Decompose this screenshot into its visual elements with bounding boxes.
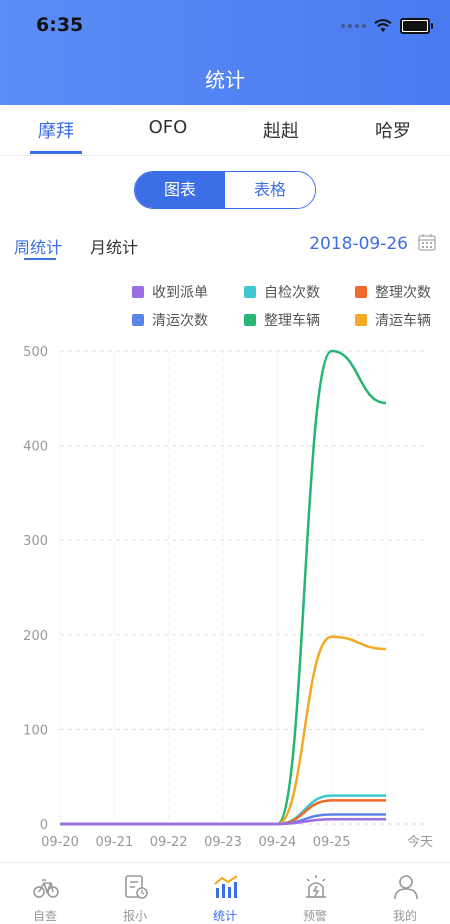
tabbar-item-self-check[interactable]: 自查 xyxy=(0,863,90,923)
legend-item: 整理车辆 xyxy=(244,310,320,330)
tab-mobike[interactable]: 摩拜 xyxy=(16,117,96,143)
tabbar-label: 我的 xyxy=(392,909,417,923)
legend-swatch xyxy=(244,286,256,298)
stats-icon xyxy=(214,875,238,898)
tab-hellobike[interactable]: 哈罗 xyxy=(353,117,433,143)
status-time: 6:35 xyxy=(36,14,84,36)
warning-icon xyxy=(306,875,326,898)
user-icon xyxy=(394,875,418,900)
legend-swatch xyxy=(355,314,367,326)
legend-item: 收到派单 xyxy=(132,282,208,302)
brand-tabs: 摩拜 OFO 赳赳 哈罗 xyxy=(0,105,450,156)
legend-label: 整理次数 xyxy=(375,285,431,301)
table-view-button[interactable]: 表格 xyxy=(225,172,315,208)
page-title: 统计 xyxy=(205,68,245,92)
legend-swatch xyxy=(132,286,144,298)
y-tick-label: 300 xyxy=(23,534,48,549)
tab-ofo[interactable]: OFO xyxy=(128,117,208,138)
legend-swatch xyxy=(244,314,256,326)
x-tick-label: 09-21 xyxy=(95,835,133,850)
tab-monthly[interactable]: 月统计 xyxy=(90,234,138,258)
tabbar-label: 统计 xyxy=(212,909,237,923)
tabbar-item-profile[interactable]: 我的 xyxy=(360,863,450,923)
y-tick-label: 400 xyxy=(23,440,48,455)
legend-item: 整理次数 xyxy=(355,282,431,302)
y-tick-label: 500 xyxy=(23,345,48,360)
signal-dots-icon xyxy=(341,24,366,28)
legend-label: 清运车辆 xyxy=(375,313,431,329)
chart-view-button[interactable]: 图表 xyxy=(135,172,225,208)
tab-weekly[interactable]: 周统计 xyxy=(14,234,62,258)
legend-label: 自检次数 xyxy=(264,285,320,301)
date-value[interactable]: 2018-09-26 xyxy=(309,234,408,254)
x-tick-label: 09-23 xyxy=(204,835,242,850)
tabbar-item-report[interactable]: 报小 xyxy=(90,863,180,923)
legend-swatch xyxy=(355,286,367,298)
report-icon xyxy=(125,875,148,899)
tab-jiujiu[interactable]: 赳赳 xyxy=(241,117,321,143)
tabbar-item-warning[interactable]: 预警 xyxy=(270,863,360,923)
tabbar-item-stats[interactable]: 统计 xyxy=(180,863,270,923)
x-tick-label: 今天 xyxy=(407,834,433,850)
legend-item: 自检次数 xyxy=(244,282,320,302)
active-tab-indicator xyxy=(30,151,82,154)
y-tick-label: 0 xyxy=(40,818,48,833)
status-indicators xyxy=(341,18,433,34)
tabbar-label: 报小 xyxy=(122,909,147,923)
x-tick-label: 09-20 xyxy=(41,835,79,850)
y-tick-label: 200 xyxy=(23,629,48,644)
bike-icon xyxy=(33,879,59,898)
period-indicator xyxy=(24,258,56,260)
wifi-icon xyxy=(374,19,392,32)
legend-item: 清运次数 xyxy=(132,310,208,330)
legend-label: 整理车辆 xyxy=(264,313,320,329)
line-chart: 0 100 200 300 400 500 09-20 09-21 09-22 09-23 09-2… xyxy=(23,345,433,850)
legend-label: 收到派单 xyxy=(152,285,208,301)
x-tick-label: 09-25 xyxy=(313,835,351,850)
view-toggle: 图表 表格 xyxy=(134,171,316,209)
legend-label: 清运次数 xyxy=(152,313,208,329)
bottom-tab-bar: 自查 报小 统计 预警 我的 xyxy=(0,862,450,923)
tabbar-label: 预警 xyxy=(302,909,327,923)
x-tick-label: 09-22 xyxy=(150,835,188,850)
app-header: 6:35 统计 xyxy=(0,0,450,105)
y-tick-label: 100 xyxy=(23,723,48,738)
legend-item: 清运车辆 xyxy=(355,310,431,330)
legend-swatch xyxy=(132,314,144,326)
x-tick-label: 09-24 xyxy=(258,835,296,850)
series-line xyxy=(59,818,386,826)
calendar-icon[interactable] xyxy=(418,233,436,251)
battery-icon xyxy=(400,18,433,34)
tabbar-label: 自查 xyxy=(32,909,57,923)
